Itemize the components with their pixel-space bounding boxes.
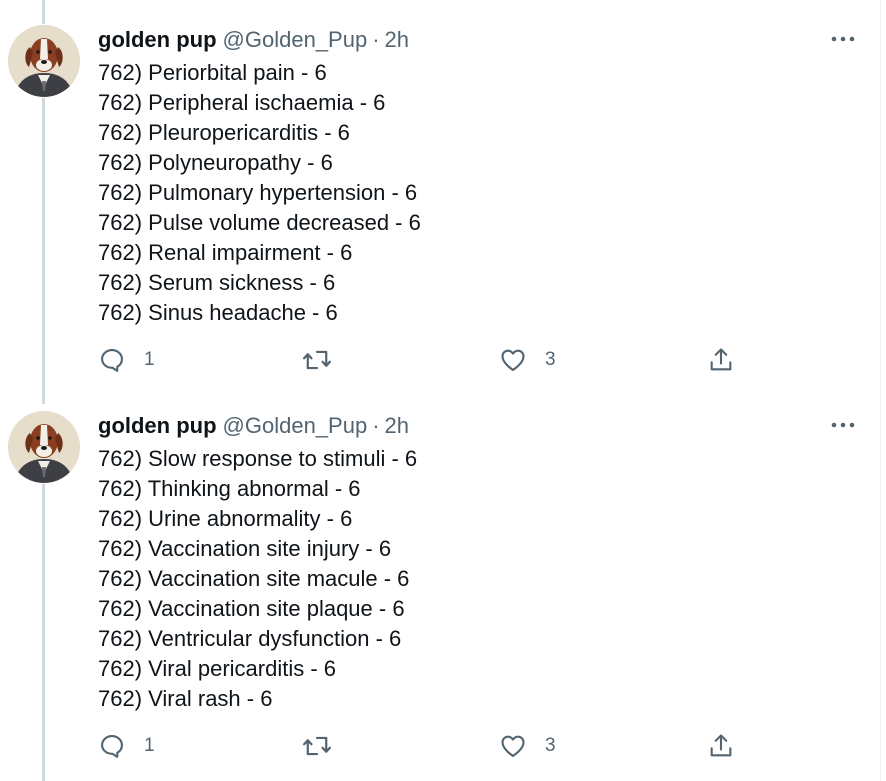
dog-portrait-avatar[interactable]: [8, 411, 80, 483]
tweet-line: 762) Viral rash - 6: [98, 686, 273, 711]
tweet-line: 762) Ventricular dysfunction - 6: [98, 626, 402, 651]
reply-icon: [101, 735, 123, 758]
tweet[interactable]: golden pup @Golden_Pup · 2h 762) Slow re…: [0, 0, 880, 781]
share-icon: [710, 734, 732, 757]
tweet-line: 762) Vaccination site plaque - 6: [98, 596, 405, 621]
author-handle[interactable]: @Golden_Pup: [223, 413, 368, 439]
reply-button[interactable]: 1: [98, 732, 155, 760]
timestamp[interactable]: 2h: [385, 413, 409, 439]
share-button[interactable]: [707, 732, 735, 760]
heart-icon: [501, 735, 525, 757]
tweet-line: 762) Urine abnormality - 6: [98, 506, 353, 531]
retweet-button[interactable]: [302, 732, 350, 760]
retweet-icon: [302, 736, 332, 756]
tweet-line: 762) Vaccination site injury - 6: [98, 536, 392, 561]
tweet-line: 762) Thinking abnormal - 6: [98, 476, 361, 501]
separator-dot: ·: [372, 413, 380, 438]
timeline-border: [880, 0, 881, 781]
tweet-line: 762) Slow response to stimuli - 6: [98, 446, 418, 471]
more-options-icon[interactable]: [826, 413, 860, 437]
reply-count: 1: [144, 735, 155, 756]
tweet-line: 762) Vaccination site macule - 6: [98, 566, 410, 591]
tweet-line: 762) Viral pericarditis - 6: [98, 656, 337, 681]
author-name[interactable]: golden pup: [98, 413, 217, 439]
tweet-text: 762) Slow response to stimuli - 6 762) T…: [98, 444, 417, 714]
tweet-header: golden pup @Golden_Pup · 2h: [98, 411, 409, 441]
like-count: 3: [545, 735, 556, 756]
like-button[interactable]: 3: [499, 732, 556, 760]
